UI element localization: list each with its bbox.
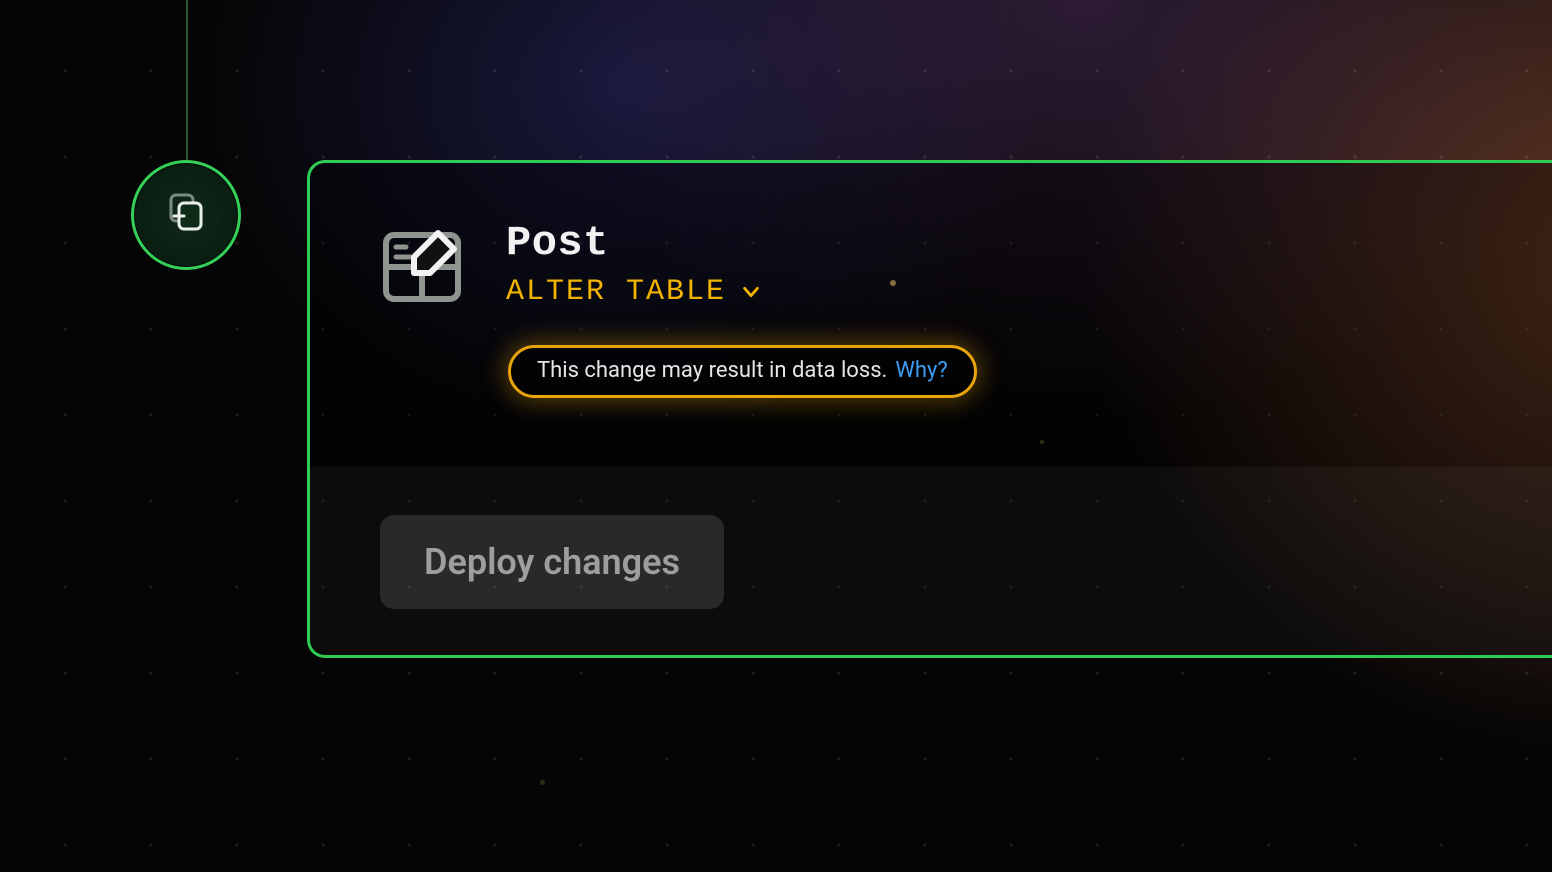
why-link[interactable]: Why?	[895, 358, 947, 383]
panel-footer-section: Deploy changes	[310, 467, 1552, 657]
timeline-line	[186, 0, 188, 165]
table-edit-icon	[380, 225, 464, 309]
spark-dot	[540, 780, 545, 785]
operation-dropdown[interactable]: ALTER TABLE	[506, 275, 762, 309]
model-name: Post	[506, 219, 762, 267]
migration-node	[131, 160, 241, 270]
deploy-changes-button[interactable]: Deploy changes	[380, 515, 724, 609]
chevron-down-icon	[740, 281, 762, 303]
data-loss-warning: This change may result in data loss. Why…	[508, 345, 977, 398]
warning-text: This change may result in data loss.	[537, 358, 887, 383]
copy-stack-icon	[162, 189, 210, 242]
operation-label: ALTER TABLE	[506, 275, 726, 309]
migration-panel: Post ALTER TABLE This change may result …	[307, 160, 1552, 658]
panel-header-section: Post ALTER TABLE This change may result …	[310, 163, 1552, 467]
